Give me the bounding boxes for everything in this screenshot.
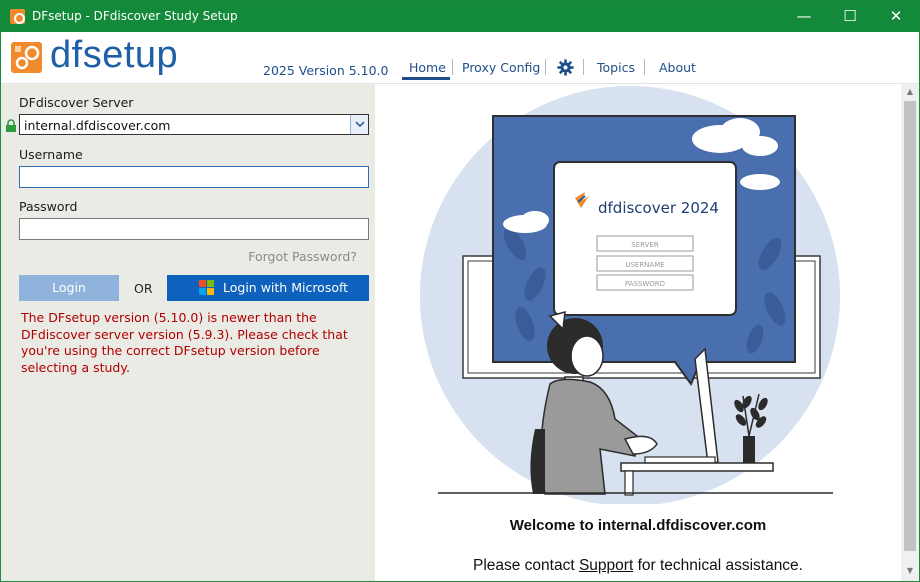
nav-separator [583,59,584,75]
welcome-server: internal.dfdiscover.com [597,517,767,534]
nav-separator [545,59,546,75]
nav-about[interactable]: About [659,60,696,75]
illustration-field: SERVER [631,241,659,249]
welcome-prefix: Welcome to [509,517,598,534]
username-input[interactable] [19,166,369,188]
contact-prefix: Please contact [472,557,579,574]
scrollbar-thumb[interactable] [904,101,916,551]
server-label: DFdiscover Server [19,95,134,110]
app-header: dfsetup 2025 Version 5.10.0 Home Proxy C… [1,32,919,84]
minimize-button[interactable]: — [781,1,827,32]
support-contact-text: Please contact Support for technical ass… [375,557,901,575]
welcome-heading: Welcome to internal.dfdiscover.com [375,517,901,534]
username-label: Username [19,147,83,162]
login-button[interactable]: Login [19,275,119,301]
version-label: 2025 Version 5.10.0 [263,63,389,78]
app-icon [10,9,25,24]
contact-suffix: for technical assistance. [633,557,803,574]
server-select-value: internal.dfdiscover.com [24,118,171,133]
or-separator: OR [134,281,153,296]
welcome-panel: dfdiscover 2024 SERVER USERNAME PASSWORD [375,84,901,581]
microsoft-button-label: Login with Microsoft [223,280,349,295]
window-title: DFsetup - DFdiscover Study Setup [32,9,238,23]
nav-proxy-config[interactable]: Proxy Config [462,60,540,75]
microsoft-logo-icon [199,280,214,295]
login-panel: DFdiscover Server internal.dfdiscover.co… [1,84,375,581]
nav-home-active-indicator [402,77,450,80]
illustration-brand: dfdiscover 2024 [598,199,719,217]
title-bar[interactable]: DFsetup - DFdiscover Study Setup — ☐ ✕ [1,1,919,32]
lock-icon [5,117,17,132]
password-label: Password [19,199,78,214]
support-link[interactable]: Support [579,557,633,574]
forgot-password-link[interactable]: Forgot Password? [248,249,357,264]
vertical-scrollbar[interactable]: ▲ ▼ [901,84,919,581]
scroll-up-arrow-icon[interactable]: ▲ [901,87,919,99]
nav-home[interactable]: Home [409,60,446,75]
password-input[interactable] [19,218,369,240]
dfsetup-logo-text: dfsetup [50,34,179,76]
dfsetup-logo-icon [11,42,42,73]
maximize-button[interactable]: ☐ [827,1,873,32]
nav-topics[interactable]: Topics [597,60,635,75]
version-error-message: The DFsetup version (5.10.0) is newer th… [21,310,348,375]
nav-separator [452,59,453,75]
gear-icon[interactable] [557,59,574,79]
chevron-down-icon[interactable] [350,115,368,134]
nav-separator [644,59,645,75]
login-illustration: dfdiscover 2024 SERVER USERNAME PASSWORD [420,86,840,504]
login-with-microsoft-button[interactable]: Login with Microsoft [167,275,369,301]
illustration-field: PASSWORD [625,280,665,288]
illustration-field: USERNAME [625,261,664,269]
scroll-down-arrow-icon[interactable]: ▼ [901,566,919,578]
close-button[interactable]: ✕ [873,1,919,32]
app-window: DFsetup - DFdiscover Study Setup — ☐ ✕ d… [0,0,920,582]
server-select[interactable]: internal.dfdiscover.com [19,114,369,135]
